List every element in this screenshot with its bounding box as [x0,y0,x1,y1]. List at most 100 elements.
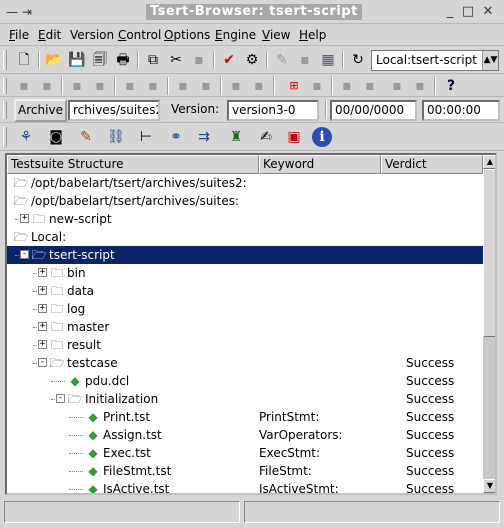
window-menu-icon[interactable]: — ⇥ [6,5,32,19]
tree-row[interactable]: ◆ Assign.tst VarOperators: Success [7,426,483,444]
grid-icon[interactable]: ▦ [318,50,338,70]
menu-file[interactable]: File [9,28,29,42]
maximize-button[interactable]: □ [460,4,476,20]
scroll-up-arrow[interactable]: ▲ [483,155,495,169]
tree-row[interactable]: ◆ Exec.tst ExecStmt: Success [7,444,483,462]
info-icon[interactable]: i [312,127,332,147]
cvs-add-icon[interactable]: ⊞ [284,76,304,96]
print-icon[interactable]: 🖶 [113,50,133,70]
tree-row[interactable]: - 🗁 Initialization Success [7,390,483,408]
toolbar-grip[interactable] [3,101,7,119]
disabled-tool-icon[interactable]: ▪ [37,76,57,96]
date-field[interactable]: 00/00/0000 [330,100,417,121]
tree-row[interactable]: + 🗀 result [7,336,483,354]
tree-row[interactable]: - 🗁 tsert-script [7,246,483,264]
scroll-thumb[interactable] [483,169,495,337]
disabled-tool-icon[interactable]: ▪ [410,76,430,96]
expand-icon[interactable]: + [38,340,47,349]
collapse-icon[interactable]: - [56,394,65,403]
settings-gear-icon[interactable]: ⚙ [242,50,262,70]
tree-row[interactable]: + 🗀 master [7,318,483,336]
expand-icon[interactable]: + [38,268,47,277]
edit-disabled-icon[interactable]: ✎ [272,50,292,70]
monitor-check-icon[interactable]: ▣ [284,127,304,147]
expand-icon[interactable]: + [20,214,29,223]
open-folder-icon[interactable]: 📂 [44,50,64,70]
engine-icon[interactable]: ♜ [226,127,246,147]
save-all-icon[interactable]: 🗐 [90,50,110,70]
toolbar-grip[interactable] [3,127,7,147]
save-disabled-icon[interactable]: ▪ [295,50,315,70]
toolbar-grip[interactable] [3,78,7,94]
disabled-tool-icon[interactable]: ▪ [337,76,357,96]
connect-icon[interactable]: ⛓ [106,127,126,147]
save-icon[interactable]: 💾 [67,50,87,70]
copy-icon[interactable]: ⧉ [143,50,163,70]
tree-row[interactable]: + 🗀 new-script [7,210,483,228]
disabled-tool-icon[interactable]: ▪ [173,76,193,96]
tree-row[interactable]: - 🗁 testcase Success [7,354,483,372]
tree-row[interactable]: ◆ FileStmt.tst FileStmt: Success [7,462,483,480]
suite-tree-icon[interactable]: ⚘ [16,127,36,147]
tree-row[interactable]: + 🗀 log [7,300,483,318]
menu-view[interactable]: View [262,28,290,42]
brush-icon[interactable]: ✎ [76,127,96,147]
paste-icon[interactable]: ▪ [189,50,209,70]
time-field[interactable]: 00:00:00 [422,100,500,121]
disabled-tool-icon[interactable]: ▪ [90,76,110,96]
disabled-tool-icon[interactable]: ▪ [143,76,163,96]
disabled-tool-icon[interactable]: ▪ [226,76,246,96]
tree-row[interactable]: ◆ pdu.dcl Success [7,372,483,390]
tree-row[interactable]: ◆ Print.tst PrintStmt: Success [7,408,483,426]
expand-icon[interactable]: + [38,286,47,295]
new-file-icon[interactable]: 🗋 [14,50,34,70]
vertical-scrollbar[interactable]: ▲ ▼ [483,155,495,493]
cut-icon[interactable]: ✂ [166,50,186,70]
minimize-button[interactable]: _ [442,4,458,20]
tree-row[interactable]: ◆ IsActive.tst IsActiveStmt: Success [7,480,483,493]
status-right-panel [244,501,500,523]
link-icon[interactable]: ⚭ [166,127,186,147]
version-field[interactable]: version3-0 [227,100,319,121]
tree-row[interactable]: 🗁 Local: [7,228,483,246]
disabled-tool-icon[interactable]: ▪ [249,76,269,96]
disabled-tool-icon[interactable]: ▪ [387,76,407,96]
column-header-keyword[interactable]: Keyword [259,155,381,174]
tree-row[interactable]: + 🗀 bin [7,264,483,282]
spellcheck-icon[interactable]: ✔ [219,50,239,70]
close-button[interactable]: ✕ [480,4,496,20]
expand-icon[interactable]: + [38,322,47,331]
collapse-icon[interactable]: - [20,250,29,259]
column-header-verdict[interactable]: Verdict [381,155,483,174]
menu-help[interactable]: Help [299,28,326,42]
context-help-icon[interactable]: ? [441,76,461,96]
collapse-icon[interactable]: - [38,358,47,367]
disabled-tool-icon[interactable]: ▪ [120,76,140,96]
column-header-structure[interactable]: Testsuite Structure [7,155,259,174]
signature-icon[interactable]: ✍ [256,127,276,147]
tree-row[interactable]: + 🗀 data [7,282,483,300]
disabled-tool-icon[interactable]: ▪ [67,76,87,96]
archive-button[interactable]: Archive [14,99,67,122]
testsuite-tree[interactable]: Testsuite Structure Keyword Verdict 🗁/op… [5,153,497,495]
expand-icon[interactable]: + [38,304,47,313]
tree-row[interactable]: 🗁/opt/babelart/tsert/archives/suites2: [7,174,483,192]
disabled-tool-icon[interactable]: ▪ [14,76,34,96]
refresh-icon[interactable]: ↻ [348,50,368,70]
workspace-select[interactable]: Local:tsert-script ▲▼ [371,50,499,71]
disabled-tool-icon[interactable]: ▪ [307,76,327,96]
menu-edit[interactable]: Edit [38,28,61,42]
hierarchy-icon[interactable]: ⊢ [136,127,156,147]
transfer-icon[interactable]: ⇉ [194,127,214,147]
archive-path-field[interactable]: rchives/suites2 [68,100,160,121]
scroll-down-arrow[interactable]: ▼ [483,479,495,493]
tree-item-verdict: Success [406,410,455,424]
disabled-tool-icon[interactable]: ▪ [360,76,380,96]
menu-version-control[interactable]: Version Control [70,28,161,42]
disabled-tool-icon[interactable]: ▪ [196,76,216,96]
menu-options[interactable]: Options [164,28,210,42]
capture-icon[interactable]: ◙ [46,127,66,147]
menu-engine[interactable]: Engine [215,28,256,42]
tree-row[interactable]: 🗁/opt/babelart/tsert/archives/suites: [7,192,483,210]
toolbar-grip[interactable] [3,50,7,70]
